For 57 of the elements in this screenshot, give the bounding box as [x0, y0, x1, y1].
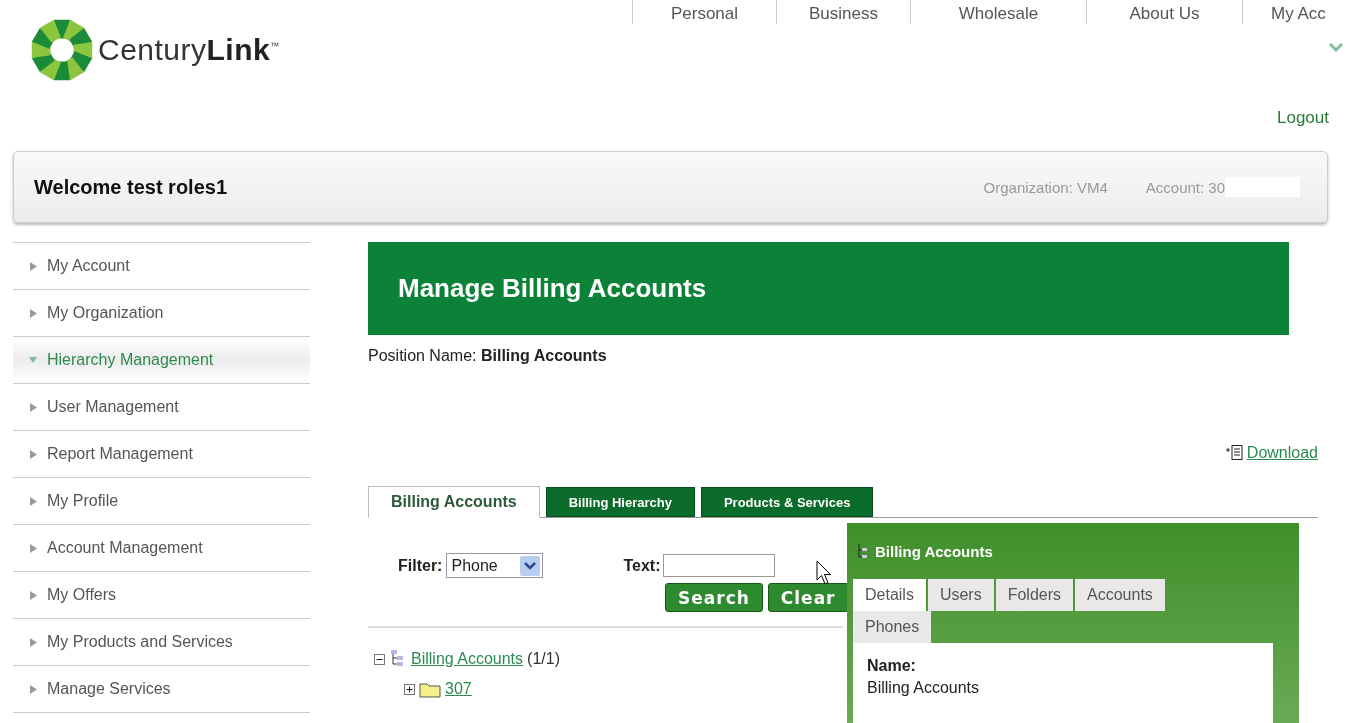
sidebar-item[interactable]: My Offers [13, 572, 310, 619]
sidebar-item[interactable]: Manage Services [13, 666, 310, 713]
triangle-down-icon [29, 356, 37, 364]
nav-link[interactable]: About Us [1129, 4, 1200, 24]
nav-link[interactable]: Personal [670, 4, 739, 24]
tab[interactable]: Products & Services [700, 487, 874, 517]
tab[interactable]: Users [927, 579, 994, 611]
nav-link[interactable]: Wholesale [958, 4, 1039, 24]
tab[interactable]: Accounts [1075, 579, 1165, 611]
cursor-icon [816, 560, 832, 586]
sidebar-item[interactable]: My Account [13, 243, 310, 290]
organization-text: Organization: VM4 [983, 178, 1108, 196]
count-text: (1/1) [527, 650, 560, 668]
triangle-right-icon [29, 449, 37, 459]
tree-link[interactable]: Billing Accounts [411, 650, 524, 668]
field-label: Name: [867, 657, 917, 675]
tab[interactable]: Phones [853, 611, 932, 643]
logout-link[interactable]: Logout [1277, 108, 1329, 128]
panel-title: Billing Accounts [875, 542, 993, 560]
text-input-field[interactable] [662, 554, 775, 577]
triangle-right-icon [29, 684, 37, 694]
page-title-banner: Manage Billing Accounts [368, 242, 1289, 335]
filter-dropdown[interactable]: Phone [446, 553, 544, 578]
sidebar-item[interactable]: User Management [13, 384, 310, 431]
sidebar-item[interactable]: My Profile [13, 478, 310, 525]
expand-icon[interactable] [404, 683, 415, 695]
triangle-right-icon [29, 261, 37, 271]
folder-icon [419, 680, 441, 698]
logo-text: CenturyLink$^{™}$ [98, 33, 280, 67]
tab[interactable]: Billing Accounts [368, 486, 540, 518]
triangle-right-icon [29, 496, 37, 506]
triangle-right-icon [29, 637, 37, 647]
sidebar-item[interactable]: My Products and Services [13, 619, 310, 666]
field-value: Billing Accounts [867, 679, 981, 697]
position-name-text: Position Name: Billing Accounts [368, 347, 608, 365]
document-icon[interactable] [1224, 444, 1243, 462]
tab[interactable]: Billing Hierarchy [545, 487, 695, 517]
nav-link[interactable]: My Acc [1271, 4, 1326, 24]
action-button[interactable]: Search [665, 583, 763, 612]
collapse-icon[interactable] [374, 653, 385, 665]
triangle-right-icon [29, 543, 37, 553]
text-label: Text: [623, 556, 661, 575]
account-text: Account: 30 [1145, 178, 1225, 196]
filter-label: Filter: [398, 556, 443, 575]
sidebar-item[interactable]: Account Management [13, 525, 310, 572]
welcome-text: Welcome test roles1 [34, 175, 229, 199]
hierarchy-icon [857, 543, 867, 559]
triangle-right-icon [29, 590, 37, 600]
sidebar-item[interactable]: Report Management [13, 431, 310, 478]
tab[interactable]: Folders [995, 579, 1074, 611]
tab[interactable]: Details [853, 579, 926, 611]
download-link[interactable]: Download [1246, 444, 1318, 462]
triangle-right-icon [29, 308, 37, 318]
action-button[interactable]: Clear [767, 583, 849, 612]
tree-link[interactable]: 307 [445, 680, 472, 698]
nav-link[interactable]: Business [809, 4, 878, 24]
triangle-right-icon [29, 402, 37, 412]
